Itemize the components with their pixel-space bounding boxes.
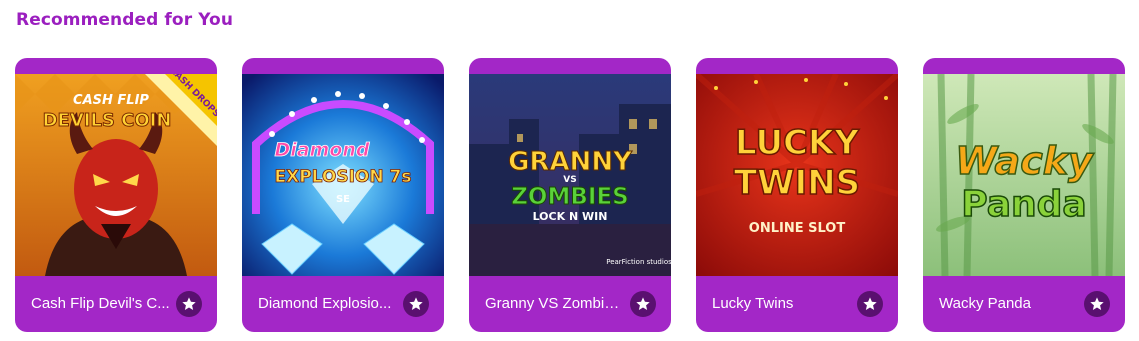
studio-logo: PearFiction studios [606,258,671,266]
star-icon [182,297,196,310]
game-title[interactable]: Lucky Twins [712,295,852,312]
game-logo-line: GRANNY [508,147,633,177]
game-logo-line: TWINS [734,163,860,203]
game-logo-line: Panda [961,184,1086,225]
favorite-button[interactable] [630,291,656,317]
star-icon [636,297,650,310]
section-title: Recommended for You [16,10,234,30]
game-thumbnail-art: Wacky Panda [923,74,1125,276]
game-card[interactable]: Diamond EXPLOSION 7s SE Diamond Explosio… [242,58,444,332]
card-footer: Lucky Twins [696,276,898,332]
game-card[interactable]: CASH DROPS CASH FLIP DEVILS COIN Cash Fl… [15,58,217,332]
game-logo-line: SE [336,194,350,205]
favorite-button[interactable] [857,291,883,317]
game-thumbnail-art: GRANNY VS ZOMBIES LOCK N WIN PearFiction… [469,74,671,276]
favorite-button[interactable] [403,291,429,317]
star-icon [863,297,877,310]
game-logo-line: LUCKY [735,123,859,163]
game-card[interactable]: Wacky Panda Wacky Panda [923,58,1125,332]
game-thumbnail-art: CASH DROPS CASH FLIP DEVILS COIN [15,74,217,276]
game-logo-line: ONLINE SLOT [749,221,846,236]
game-title[interactable]: Cash Flip Devil's C... [31,295,171,312]
star-icon [409,297,423,310]
game-logo-line: Diamond [274,139,369,161]
game-thumbnail-art: Diamond EXPLOSION 7s SE [242,74,444,276]
game-thumbnail[interactable]: Wacky Panda [923,74,1125,276]
game-title[interactable]: Granny VS Zombie... [485,295,625,312]
game-logo-line: EXPLOSION 7s [275,167,412,187]
game-card[interactable]: GRANNY VS ZOMBIES LOCK N WIN PearFiction… [469,58,671,332]
game-logo-line: DEVILS COIN [43,110,172,131]
card-footer: Granny VS Zombie... [469,276,671,332]
star-icon [1090,297,1104,310]
game-thumbnail[interactable]: GRANNY VS ZOMBIES LOCK N WIN PearFiction… [469,74,671,276]
game-thumbnail[interactable]: LUCKY TWINS ONLINE SLOT [696,74,898,276]
card-footer: Diamond Explosio... [242,276,444,332]
game-title[interactable]: Wacky Panda [939,295,1079,312]
game-card[interactable]: LUCKY TWINS ONLINE SLOT Lucky Twins [696,58,898,332]
game-logo-line: Wacky [955,139,1095,183]
game-thumbnail-art: LUCKY TWINS ONLINE SLOT [696,74,898,276]
game-card-list: CASH DROPS CASH FLIP DEVILS COIN Cash Fl… [15,58,1125,332]
game-title[interactable]: Diamond Explosio... [258,295,398,312]
card-footer: Wacky Panda [923,276,1125,332]
card-footer: Cash Flip Devil's C... [15,276,217,332]
favorite-button[interactable] [1084,291,1110,317]
game-logo-line: LOCK N WIN [533,210,608,223]
game-logo-line: ZOMBIES [511,184,628,210]
game-thumbnail[interactable]: CASH DROPS CASH FLIP DEVILS COIN [15,74,217,276]
favorite-button[interactable] [176,291,202,317]
game-logo-line: CASH FLIP [73,93,149,108]
game-thumbnail[interactable]: Diamond EXPLOSION 7s SE [242,74,444,276]
